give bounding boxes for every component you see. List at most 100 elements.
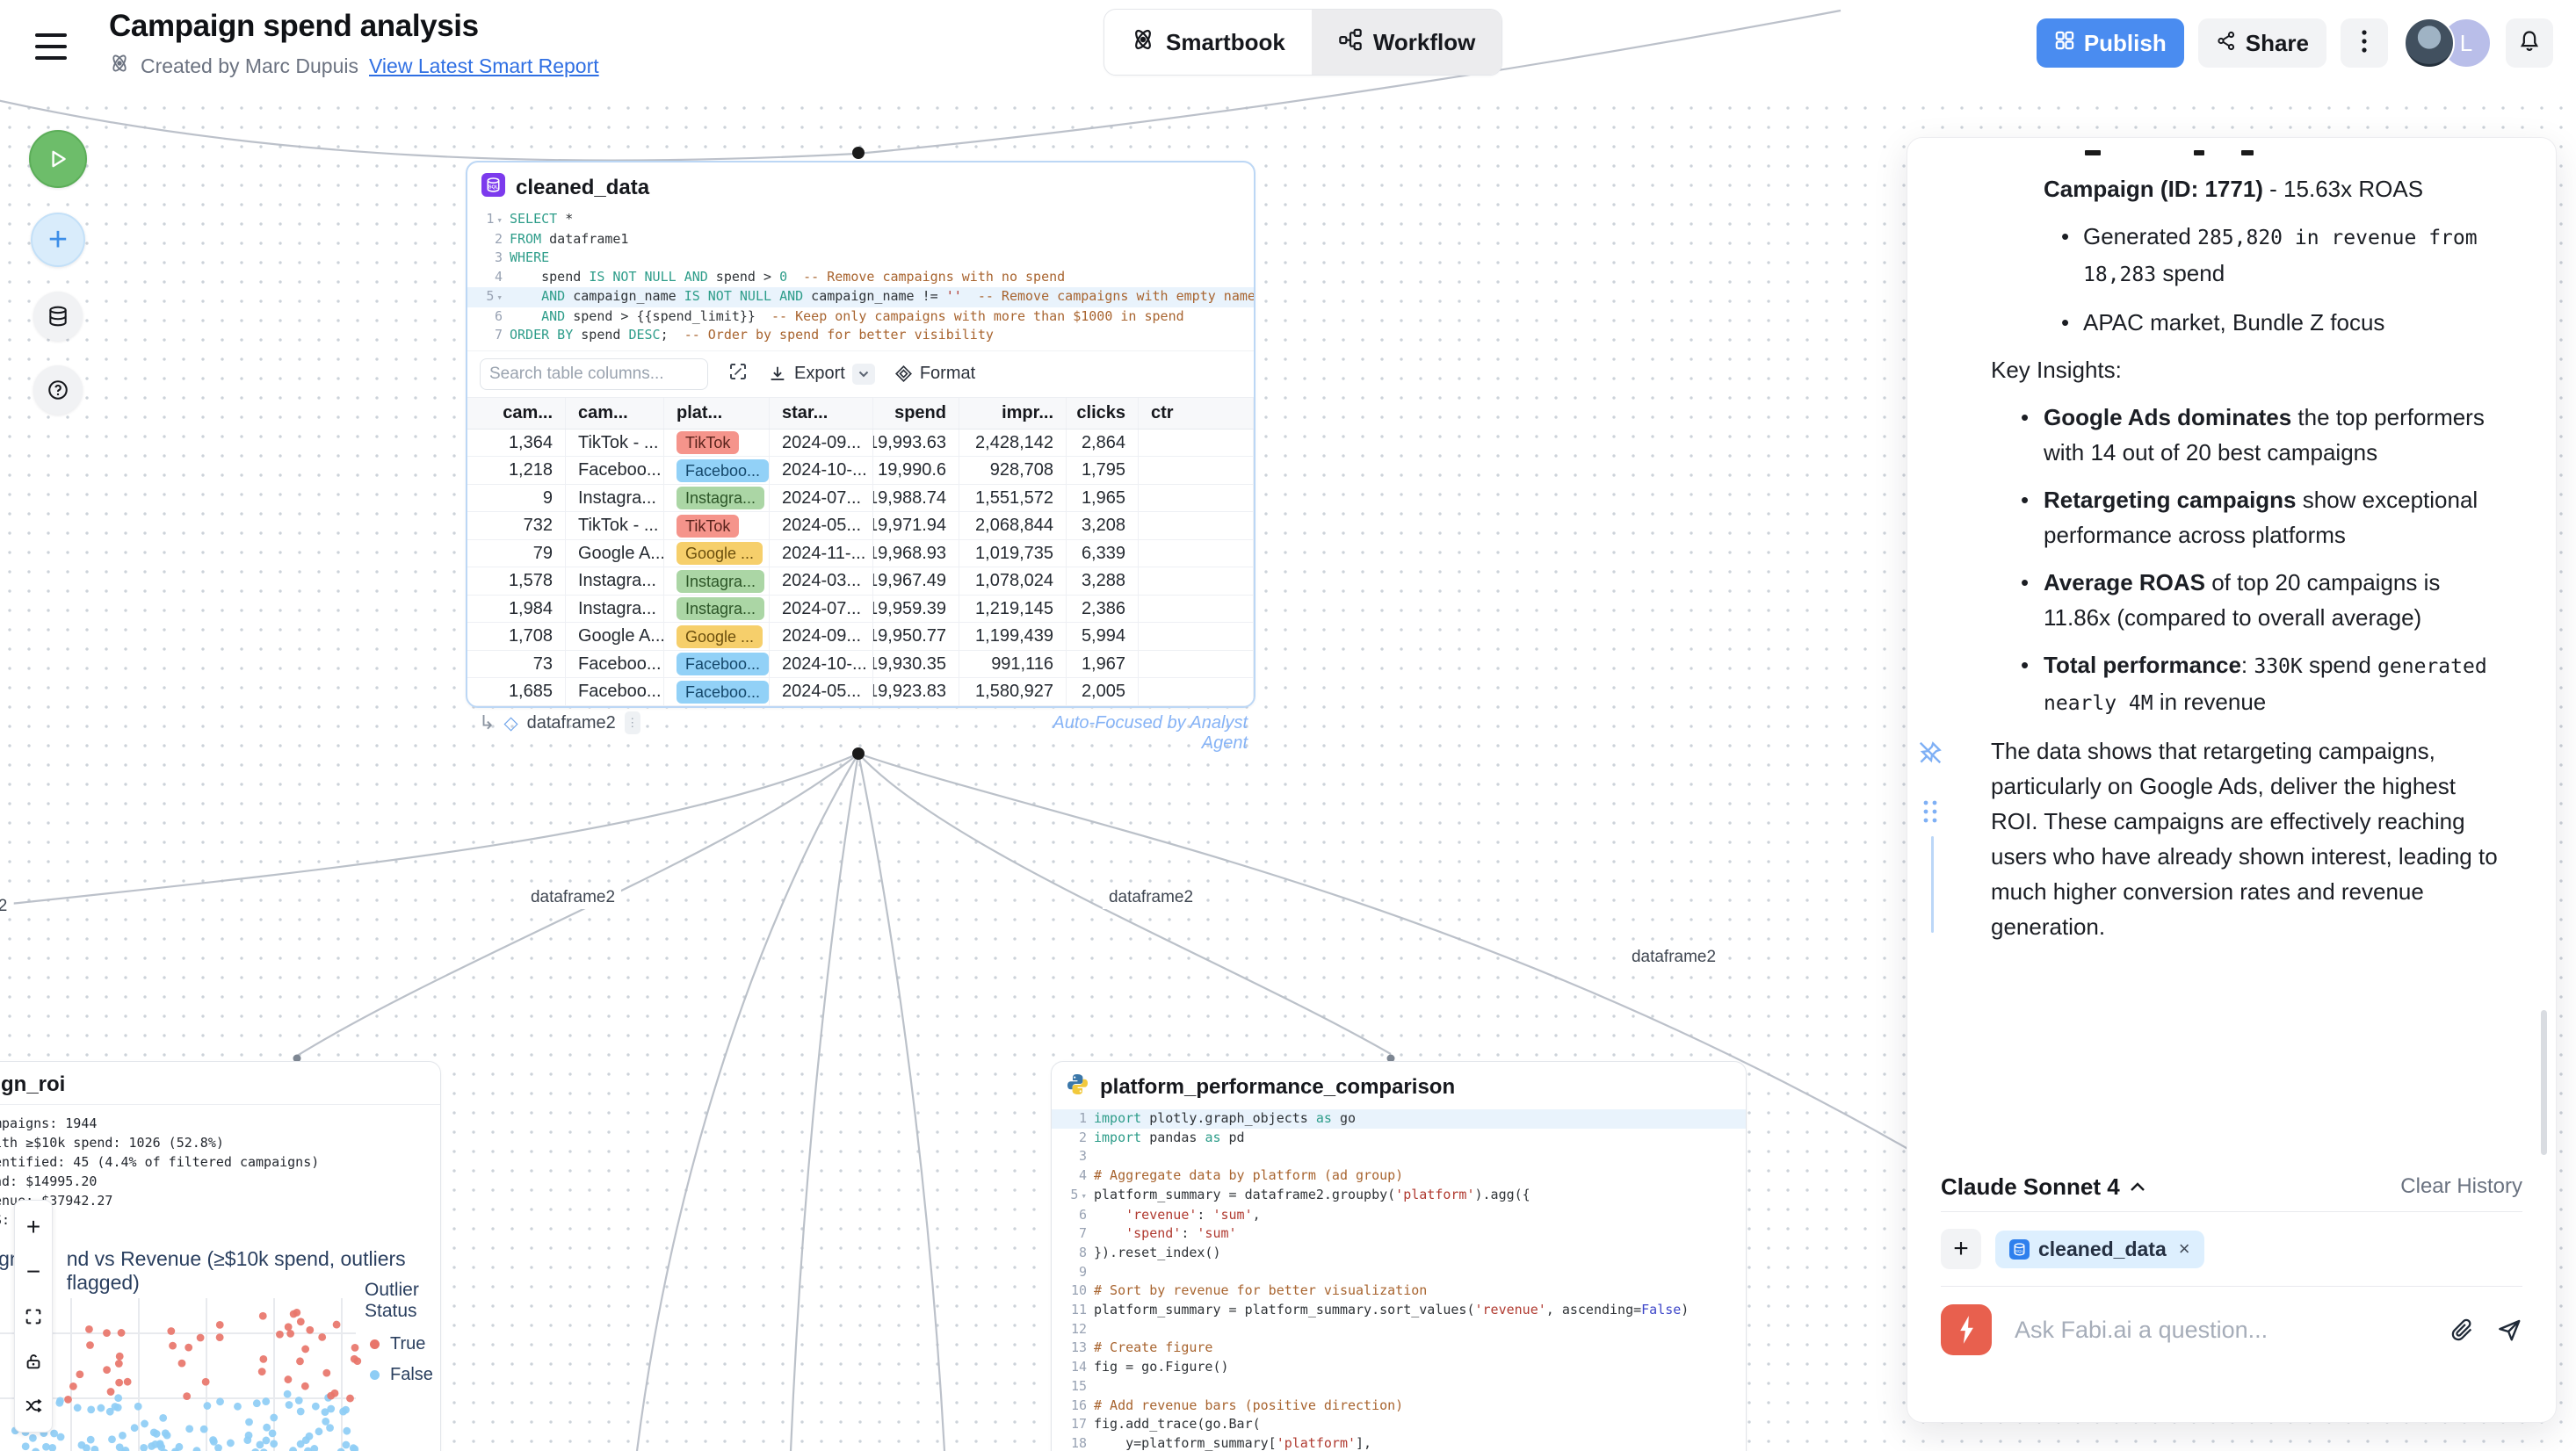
sql-node-output[interactable]: ↳ ◇ dataframe2 ⋮: [479, 711, 640, 734]
code-line-6[interactable]: 6 'revenue': 'sum',: [1052, 1206, 1746, 1225]
avatar-photo[interactable]: [2404, 18, 2455, 69]
attach-file-button[interactable]: [2450, 1317, 2475, 1342]
column-header[interactable]: impr...: [959, 398, 1067, 429]
table-row[interactable]: 1,708Google A...Google ...2024-09...19,9…: [467, 623, 1254, 651]
column-header[interactable]: clicks: [1067, 398, 1139, 429]
code-line-9[interactable]: 9: [1052, 1263, 1746, 1282]
code-line-10[interactable]: 10# Sort by revenue for better visualiza…: [1052, 1281, 1746, 1301]
code-line-2[interactable]: 2FROM dataframe1: [467, 230, 1254, 249]
column-header[interactable]: cam...: [467, 398, 566, 429]
zoom-in-button[interactable]: +: [15, 1204, 52, 1249]
edge-label-dataframe2[interactable]: dataframe2: [1103, 886, 1199, 909]
column-header[interactable]: spend: [873, 398, 959, 429]
table-row[interactable]: 9Instagra...Instagra...2024-07...19,988.…: [467, 485, 1254, 513]
add-context-button[interactable]: +: [1941, 1229, 1981, 1269]
export-button[interactable]: Export: [768, 364, 875, 385]
column-header[interactable]: cam...: [566, 398, 664, 429]
tab-smartbook[interactable]: Smartbook: [1104, 10, 1312, 75]
notifications-button[interactable]: [2506, 18, 2553, 68]
python-code-editor[interactable]: 1import plotly.graph_objects as go2impor…: [1052, 1109, 1746, 1451]
share-button[interactable]: Share: [2198, 18, 2326, 68]
edge-label-dataframe2[interactable]: dataframe2: [525, 886, 621, 909]
column-header[interactable]: star...: [770, 398, 873, 429]
send-button[interactable]: [2496, 1317, 2522, 1343]
format-button[interactable]: Format: [894, 364, 975, 384]
view-smart-report-link[interactable]: View Latest Smart Report: [369, 54, 599, 78]
code-line-1[interactable]: 1import plotly.graph_objects as go: [1052, 1109, 1746, 1129]
remove-context-icon[interactable]: ×: [2179, 1238, 2190, 1260]
data-sources-button[interactable]: [33, 292, 83, 341]
run-workflow-button[interactable]: [29, 130, 87, 188]
code-line-7[interactable]: 7 'spend': 'sum': [1052, 1224, 1746, 1244]
clear-history-button[interactable]: Clear History: [2400, 1174, 2522, 1199]
format-label: Format: [920, 364, 975, 384]
ai-response-content[interactable]: Campaign (ID: 1771) - 15.63x ROASGenerat…: [1907, 138, 2556, 1185]
database-icon: [47, 305, 69, 328]
panel-scrollbar[interactable]: [2541, 1010, 2547, 1155]
column-header[interactable]: plat...: [664, 398, 770, 429]
panel-drag-handle[interactable]: [1921, 798, 1940, 830]
menu-icon[interactable]: [35, 33, 67, 60]
legend-item-false[interactable]: False: [370, 1365, 440, 1385]
tab-workflow[interactable]: Workflow: [1312, 10, 1502, 75]
table-row[interactable]: 1,218Faceboo...Faceboo...2024-10-...19,9…: [467, 457, 1254, 485]
ask-question-input[interactable]: [2013, 1316, 2429, 1345]
code-line-8[interactable]: 8}).reset_index(): [1052, 1244, 1746, 1263]
sql-node-input-port[interactable]: [852, 147, 865, 159]
code-line-4[interactable]: 4# Aggregate data by platform (ad group): [1052, 1166, 1746, 1186]
table-cell: Faceboo...: [664, 651, 770, 678]
code-line-16[interactable]: 16# Add revenue bars (positive direction…: [1052, 1397, 1746, 1416]
code-line-1[interactable]: 1▾SELECT *: [467, 210, 1254, 230]
table-row[interactable]: 73Faceboo...Faceboo...2024-10-...19,930.…: [467, 651, 1254, 679]
expand-table-icon[interactable]: [727, 361, 749, 386]
fit-view-button[interactable]: [15, 1294, 52, 1339]
code-line-3[interactable]: 3: [1052, 1147, 1746, 1166]
edge-label-dataframe2[interactable]: dataframe2: [1625, 946, 1722, 969]
code-line-5[interactable]: 5▾platform_summary = dataframe2.groupby(…: [1052, 1186, 1746, 1206]
model-selector[interactable]: Claude Sonnet 4: [1941, 1173, 2146, 1201]
help-button[interactable]: [33, 365, 83, 415]
code-line-12[interactable]: 12: [1052, 1320, 1746, 1339]
page-title: Campaign spend analysis: [109, 9, 599, 44]
add-node-button[interactable]: +: [31, 213, 85, 267]
table-row[interactable]: 1,578Instagra...Instagra...2024-03...19,…: [467, 567, 1254, 596]
code-line-2[interactable]: 2import pandas as pd: [1052, 1129, 1746, 1148]
node-cleaned-data[interactable]: SQL cleaned_data 1▾SELECT *2FROM datafra…: [466, 161, 1255, 708]
code-line-15[interactable]: 15: [1052, 1377, 1746, 1397]
code-line-18[interactable]: 18 y=platform_summary['platform'],: [1052, 1434, 1746, 1451]
drag-handle-icon[interactable]: ⋮: [625, 711, 640, 734]
table-row[interactable]: 1,685Faceboo...Faceboo...2024-05...19,92…: [467, 678, 1254, 706]
table-cell: 19,968.93: [873, 540, 959, 567]
table-row[interactable]: 1,984Instagra...Instagra...2024-07...19,…: [467, 596, 1254, 624]
unpin-panel-icon[interactable]: [1917, 740, 1943, 770]
table-row[interactable]: 732TikTok - ...TikTok2024-05...19,971.94…: [467, 512, 1254, 540]
zoom-out-button[interactable]: −: [15, 1249, 52, 1294]
publish-button[interactable]: Publish: [2037, 18, 2184, 68]
code-line-17[interactable]: 17fig.add_trace(go.Bar(: [1052, 1415, 1746, 1434]
sql-code-editor[interactable]: 1▾SELECT *2FROM dataframe13WHERE4 spend …: [467, 210, 1254, 350]
code-line-14[interactable]: 14fig = go.Figure(): [1052, 1358, 1746, 1377]
lock-canvas-button[interactable]: [15, 1339, 52, 1383]
node-campaign-roi[interactable]: gn_roi mpaigns: 1944 ith ≥$10k spend: 10…: [0, 1061, 441, 1451]
sql-chip-icon: SQL: [2009, 1239, 2030, 1260]
code-line-3[interactable]: 3WHERE: [467, 249, 1254, 268]
legend-item-true[interactable]: True: [370, 1334, 440, 1354]
code-line-5[interactable]: 5▾ AND campaign_name IS NOT NULL AND cam…: [467, 287, 1254, 307]
table-row[interactable]: 79Google A...Google ...2024-11-...19,968…: [467, 540, 1254, 568]
export-options-chevron[interactable]: [852, 364, 875, 385]
code-line-6[interactable]: 6 AND spend > {{spend_limit}} -- Keep on…: [467, 307, 1254, 327]
table-cell: 3,288: [1067, 567, 1139, 595]
context-chip-cleaned-data[interactable]: SQL cleaned_data ×: [1995, 1231, 2204, 1268]
code-line-7[interactable]: 7ORDER BY spend DESC; -- Order by spend …: [467, 326, 1254, 345]
code-line-11[interactable]: 11platform_summary = platform_summary.so…: [1052, 1301, 1746, 1320]
dataframe2-output-hub[interactable]: [852, 747, 865, 760]
auto-layout-button[interactable]: [15, 1383, 52, 1428]
search-columns-input[interactable]: [480, 358, 708, 390]
column-header[interactable]: ctr: [1139, 398, 1254, 429]
more-options-button[interactable]: [2341, 18, 2388, 68]
code-line-13[interactable]: 13# Create figure: [1052, 1339, 1746, 1358]
node-platform-performance[interactable]: platform_performance_comparison 1import …: [1051, 1061, 1747, 1451]
edge-label-dataframe2[interactable]: 2: [0, 895, 13, 918]
code-line-4[interactable]: 4 spend IS NOT NULL AND spend > 0 -- Rem…: [467, 268, 1254, 287]
table-row[interactable]: 1,364TikTok - ...TikTok2024-09...19,993.…: [467, 430, 1254, 458]
